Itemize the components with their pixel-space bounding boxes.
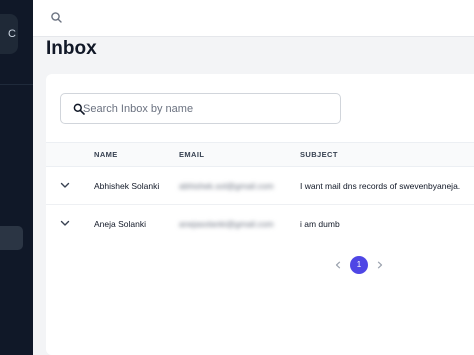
topbar — [33, 0, 474, 37]
sidebar-item-active[interactable] — [0, 226, 23, 250]
column-header-subject[interactable]: SUBJECT — [300, 150, 338, 159]
chevron-down-icon[interactable] — [60, 182, 70, 189]
row-name: Aneja Solanki — [94, 219, 146, 229]
row-email: abhishek.sol@gmail.com — [179, 181, 274, 191]
topbar-search-button[interactable] — [50, 11, 64, 25]
chevron-right-icon[interactable] — [376, 261, 384, 269]
sidebar-divider — [0, 84, 33, 85]
row-name: Abhishek Solanki — [94, 181, 160, 191]
row-subject: I want mail dns records of swevenbyaneja… — [300, 181, 461, 191]
pagination-page-button[interactable]: 1 — [350, 256, 368, 274]
inbox-search-input[interactable] — [83, 99, 333, 119]
search-icon — [51, 12, 62, 23]
inbox-search-box[interactable] — [60, 93, 341, 124]
column-header-name[interactable]: NAME — [94, 150, 118, 159]
row-email: anejasolanki@gmail.com — [179, 219, 274, 229]
page-title: Inbox — [46, 38, 97, 59]
column-header-email[interactable]: EMAIL — [179, 150, 204, 159]
brand-logo[interactable]: C — [0, 14, 18, 54]
chevron-down-icon[interactable] — [60, 220, 70, 227]
chevron-left-icon[interactable] — [334, 261, 342, 269]
row-subject: i am dumb — [300, 219, 340, 229]
sidebar: C — [0, 0, 33, 355]
